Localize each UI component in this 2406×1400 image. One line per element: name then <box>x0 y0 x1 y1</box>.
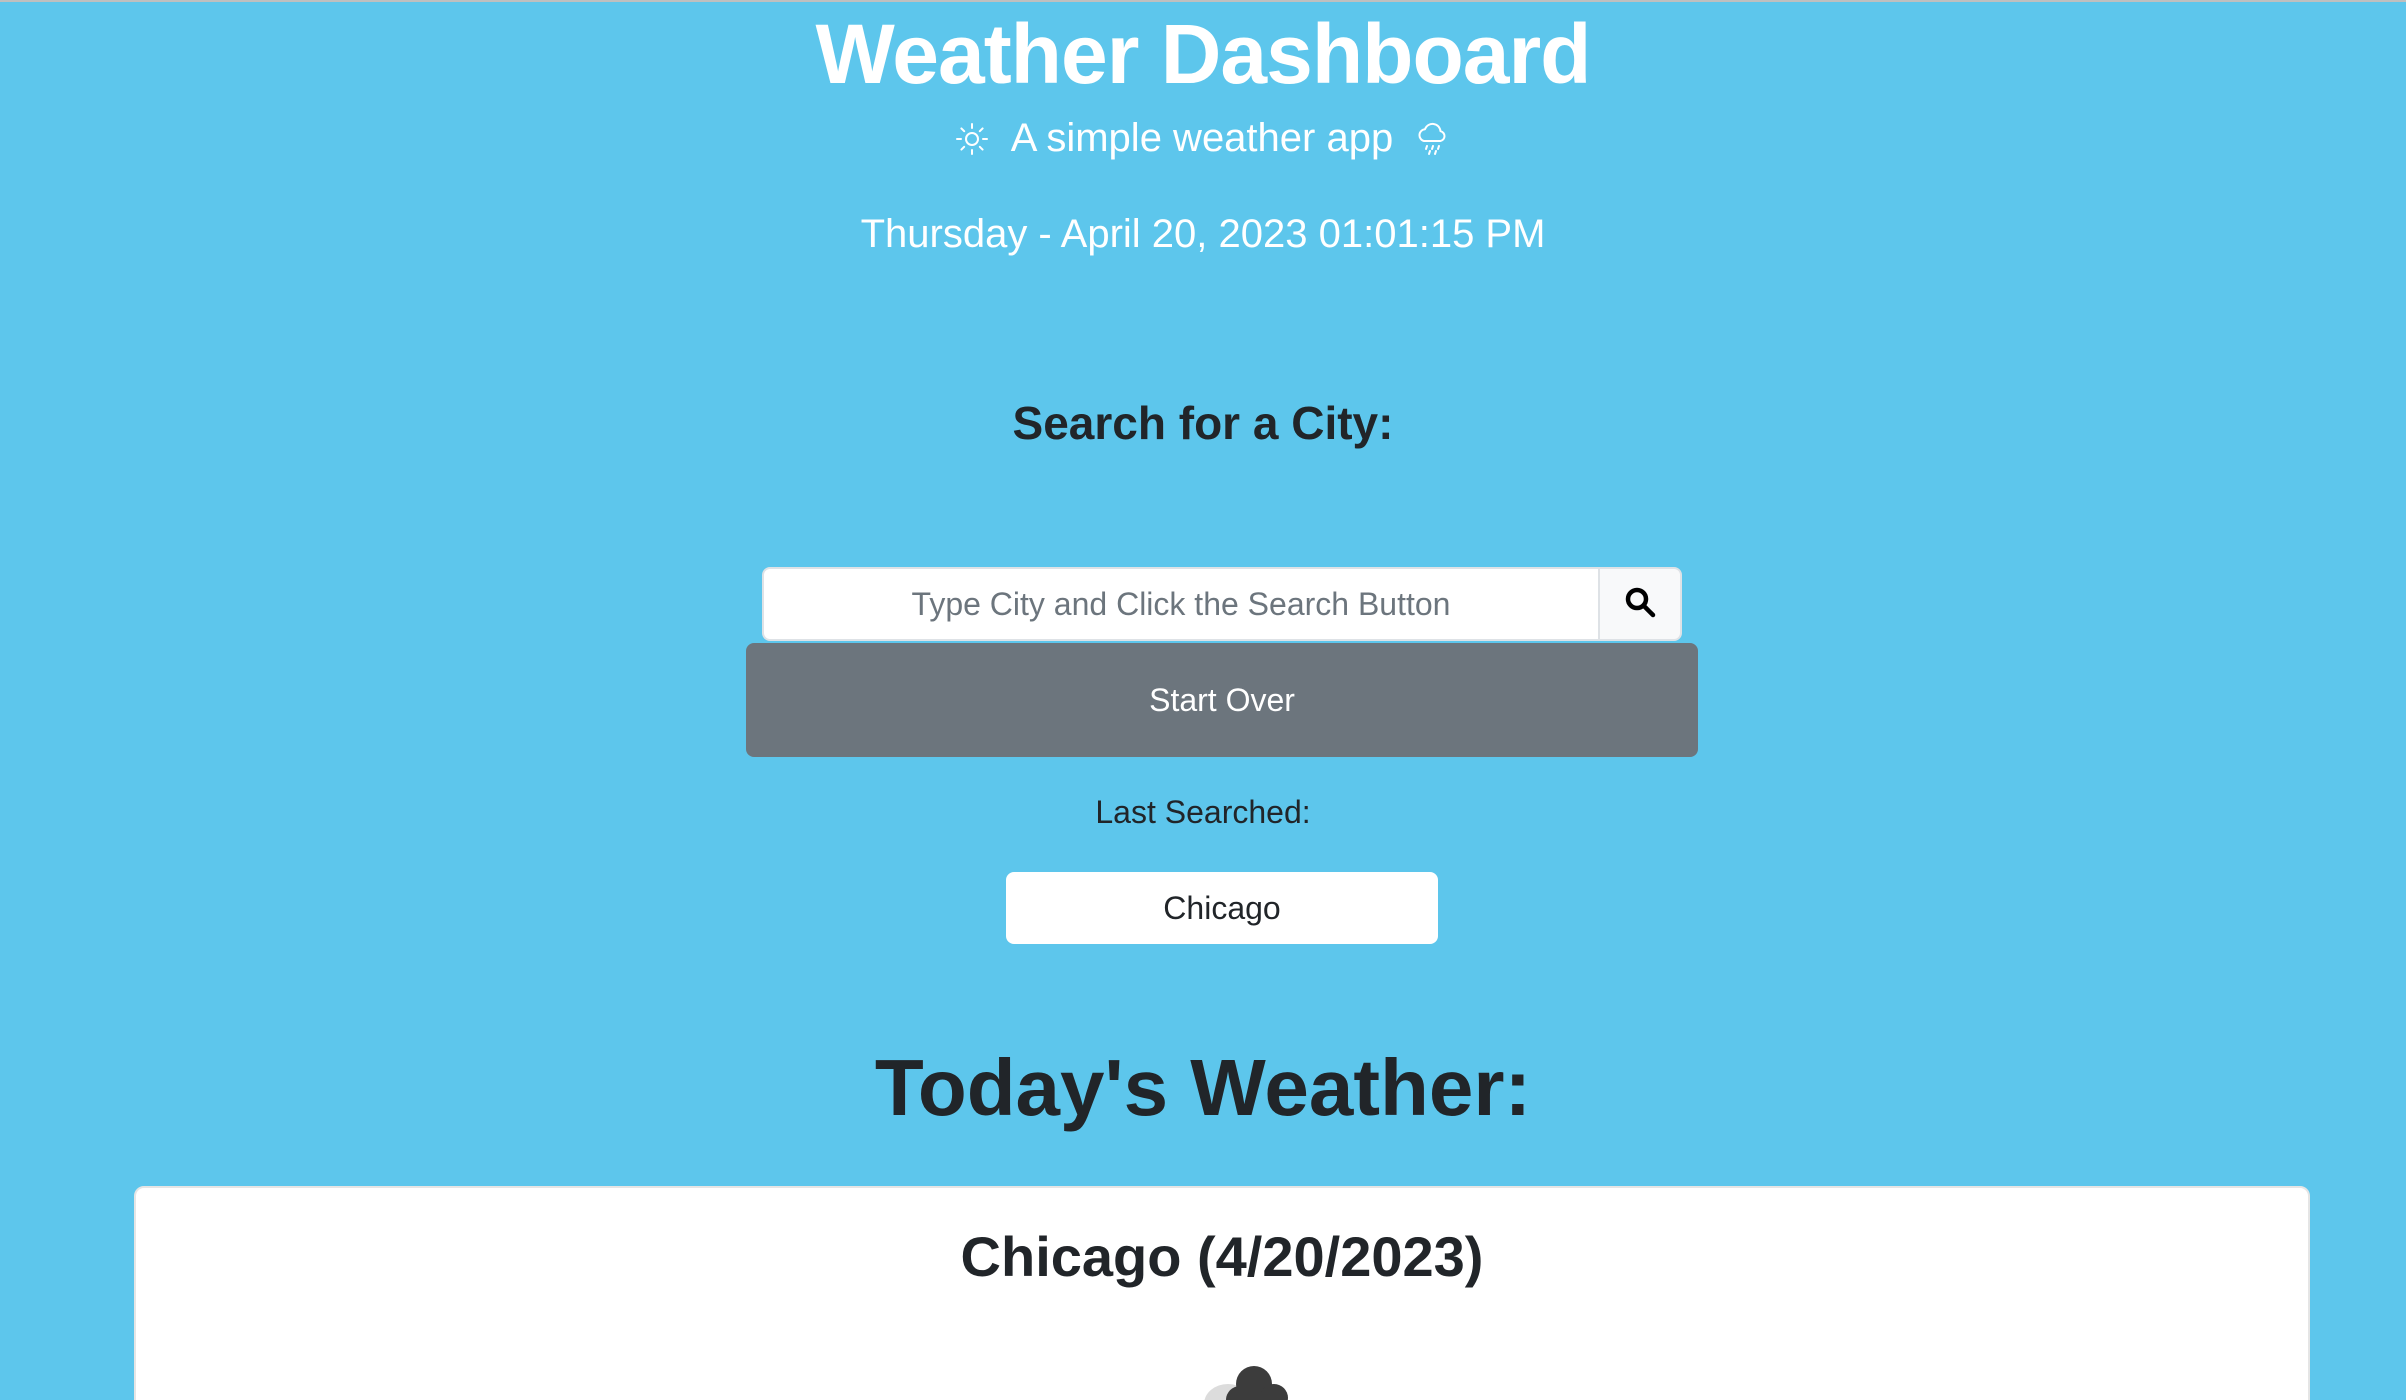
subtitle-row: A simple weather app <box>0 116 2406 161</box>
search-button[interactable] <box>1598 567 1682 641</box>
page-title: Weather Dashboard <box>815 7 1592 101</box>
search-group <box>762 567 1682 641</box>
rain-cloud-icon <box>1415 121 1451 157</box>
start-over-button[interactable]: Start Over <box>746 643 1698 757</box>
todays-weather-heading: Today's Weather: <box>874 1043 1532 1132</box>
city-search-input[interactable] <box>762 567 1598 641</box>
current-weather-card: Chicago (4/20/2023) <box>134 1186 2310 1400</box>
search-heading: Search for a City: <box>1012 397 1394 449</box>
last-searched-label: Last Searched: <box>1095 794 1311 830</box>
search-icon <box>1623 585 1657 624</box>
weather-dashboard-page: Weather Dashboard A simple weather app T… <box>0 0 2406 1400</box>
history-item-chicago[interactable]: Chicago <box>1006 872 1438 944</box>
current-weather-title: Chicago (4/20/2023) <box>960 1225 1484 1288</box>
subtitle-text: A simple weather app <box>1010 116 1394 160</box>
cloud-icon <box>1178 1360 1298 1400</box>
sun-icon <box>955 122 989 156</box>
current-datetime: Thursday - April 20, 2023 01:01:15 PM <box>860 212 1546 256</box>
